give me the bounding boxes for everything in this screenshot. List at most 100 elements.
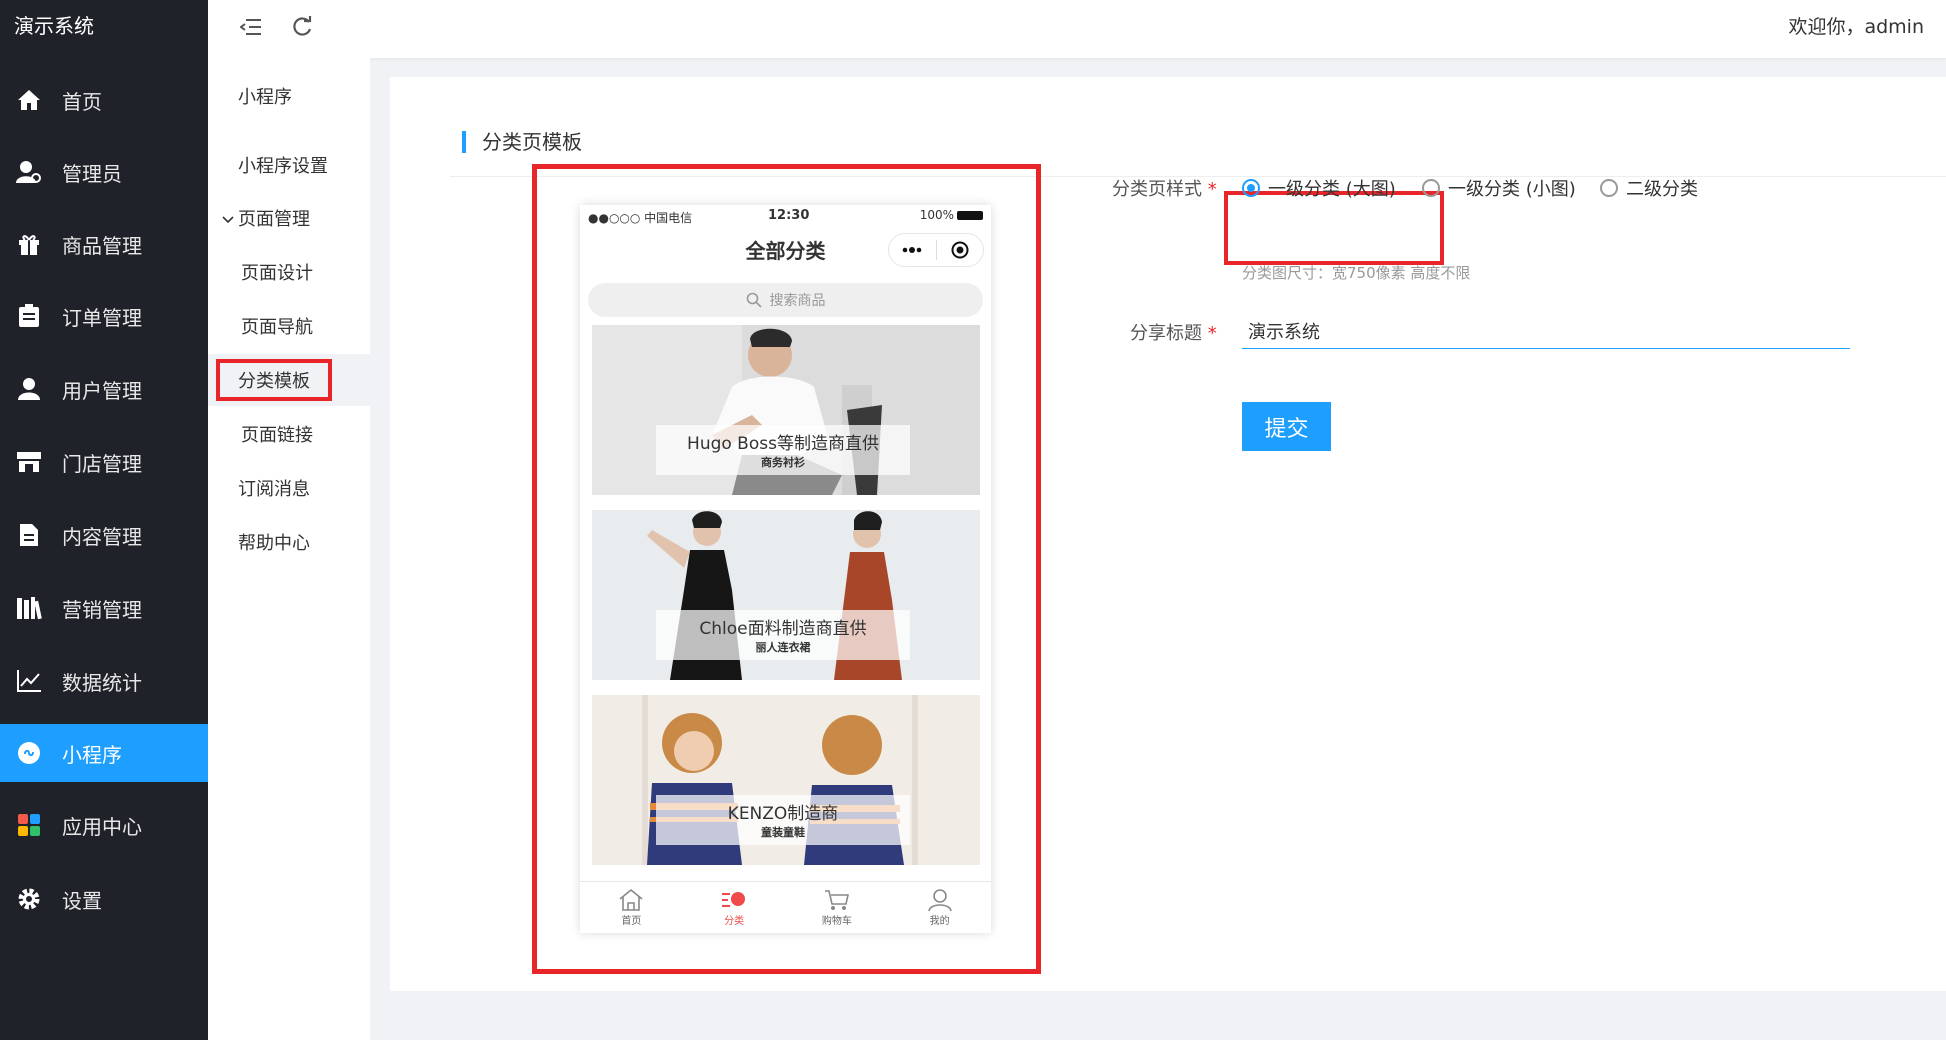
more-dots-icon	[889, 234, 936, 266]
sidebar-item-label: 应用中心	[62, 814, 142, 839]
banner-subtitle: 童装童鞋	[761, 826, 805, 839]
collapse-menu-icon[interactable]	[236, 12, 266, 42]
share-title-input[interactable]	[1242, 313, 1850, 349]
gear-icon	[14, 884, 44, 914]
sidebar-item-miniprogram[interactable]: 小程序	[0, 724, 208, 782]
sidebar-item-label: 设置	[62, 888, 102, 913]
main-sidebar: 演示系统 首页 管理员 商品管理 订单管理 用户管理 门店管理 内容管理 营销管…	[0, 0, 208, 1040]
brand-title: 演示系统	[14, 14, 94, 38]
subnav-item-page-management[interactable]: 页面管理	[208, 192, 370, 244]
sidebar-item-users[interactable]: 用户管理	[0, 360, 208, 418]
phone-tab-bar: 首页 分类 购物车 我的	[580, 881, 991, 933]
books-icon	[14, 593, 44, 623]
sidebar-item-orders[interactable]: 订单管理	[0, 287, 208, 345]
welcome-text: 欢迎你，admin	[1788, 16, 1924, 38]
subnav-item-label: 页面管理	[238, 209, 310, 230]
sidebar-item-label: 内容管理	[62, 524, 142, 549]
radio-label: 二级分类	[1626, 179, 1698, 200]
phone-tab-home: 首页	[580, 882, 683, 933]
sidebar-item-label: 管理员	[62, 161, 122, 186]
banner-caption: Hugo Boss等制造商直供 商务衬衫	[656, 425, 910, 475]
sidebar-item-label: 首页	[62, 89, 102, 114]
battery-text: 100%	[919, 208, 954, 222]
radio-icon	[1422, 179, 1440, 197]
sidebar-item-label: 订单管理	[62, 305, 142, 330]
banner-subtitle: 商务衬衫	[761, 456, 805, 469]
subnav-item-category-template[interactable]: 分类模板	[208, 354, 370, 406]
radio-label: 一级分类 (大图)	[1268, 179, 1396, 200]
main-card: 分类页模板 ●●○○○ 中国电信 12:30 100% 全部分类 搜索商品 Hu…	[390, 77, 1946, 991]
sidebar-item-label: 小程序	[62, 742, 122, 767]
battery-icon	[957, 210, 983, 220]
sidebar-item-admin[interactable]: 管理员	[0, 143, 208, 201]
subnav-item-help-center[interactable]: 帮助中心	[208, 516, 370, 568]
sidebar-item-label: 营销管理	[62, 597, 142, 622]
sidebar-item-label: 数据统计	[62, 670, 142, 695]
secondary-sidebar: 小程序 小程序设置 页面管理 页面设计 页面导航 分类模板 页面链接 订阅消息 …	[208, 58, 370, 1040]
radio-icon	[1242, 179, 1260, 197]
sidebar-item-label: 商品管理	[62, 233, 142, 258]
sidebar-item-apps[interactable]: 应用中心	[0, 796, 208, 854]
style-field-label: 分类页样式 *	[1112, 175, 1217, 201]
category-icon	[722, 892, 746, 907]
share-title-label-text: 分享标题	[1130, 323, 1202, 344]
chart-line-icon	[14, 666, 44, 696]
sidebar-item-label: 用户管理	[62, 378, 142, 403]
banner-caption: KENZO制造商 童装童鞋	[656, 795, 910, 845]
required-mark: *	[1207, 323, 1217, 344]
subnav-item-page-design[interactable]: 页面设计	[208, 246, 370, 298]
home-icon	[619, 888, 643, 911]
style-option-two-level[interactable]: 二级分类	[1600, 175, 1698, 201]
image-size-hint: 分类图尺寸：宽750像素 高度不限	[1242, 264, 1471, 282]
subnav-item-subscription-messages[interactable]: 订阅消息	[208, 462, 370, 514]
banner-subtitle: 丽人连衣裙	[755, 641, 811, 654]
document-icon	[14, 520, 44, 550]
subnav-heading: 小程序	[238, 87, 292, 108]
sidebar-item-home[interactable]: 首页	[0, 71, 208, 129]
gift-icon	[14, 229, 44, 259]
sidebar-item-marketing[interactable]: 营销管理	[0, 579, 208, 637]
radio-icon	[1600, 179, 1618, 197]
section-title: 分类页模板	[462, 131, 582, 153]
subnav-item-label: 分类模板	[216, 359, 332, 401]
store-icon	[14, 447, 44, 477]
tab-label: 分类	[724, 916, 745, 927]
radio-label: 一级分类 (小图)	[1448, 179, 1576, 200]
sidebar-item-content[interactable]: 内容管理	[0, 506, 208, 564]
sidebar-item-settings[interactable]: 设置	[0, 870, 208, 928]
style-option-large-image[interactable]: 一级分类 (大图)	[1242, 175, 1396, 201]
banner-title: KENZO制造商	[727, 804, 839, 824]
sidebar-item-stores[interactable]: 门店管理	[0, 433, 208, 491]
phone-preview: ●●○○○ 中国电信 12:30 100% 全部分类 搜索商品 Hugo Bos…	[580, 205, 991, 933]
subnav-item-miniprogram-settings[interactable]: 小程序设置	[208, 139, 370, 191]
close-target-icon	[937, 234, 984, 266]
sidebar-item-label: 门店管理	[62, 451, 142, 476]
style-option-small-image[interactable]: 一级分类 (小图)	[1422, 175, 1576, 201]
share-title-label: 分享标题 *	[1130, 319, 1217, 345]
category-banner: KENZO制造商 童装童鞋	[592, 695, 980, 865]
phone-status-bar: ●●○○○ 中国电信 12:30 100%	[580, 205, 991, 227]
sidebar-item-stats[interactable]: 数据统计	[0, 652, 208, 710]
home-icon	[14, 85, 44, 115]
category-banner: Hugo Boss等制造商直供 商务衬衫	[592, 325, 980, 495]
battery-indicator: 100%	[920, 208, 983, 222]
chevron-down-icon	[222, 208, 234, 229]
user-icon	[14, 374, 44, 404]
cart-icon	[824, 890, 849, 910]
phone-tab-category: 分类	[683, 882, 786, 933]
required-mark: *	[1207, 179, 1217, 200]
miniprogram-capsule	[888, 233, 984, 267]
phone-tab-mine: 我的	[888, 882, 991, 933]
subnav-item-page-links[interactable]: 页面链接	[208, 408, 370, 460]
admin-user-icon	[14, 157, 44, 187]
banner-title: Chloe面料制造商直供	[699, 619, 867, 639]
banner-caption: Chloe面料制造商直供 丽人连衣裙	[656, 610, 910, 660]
miniprogram-icon	[14, 738, 44, 768]
sidebar-item-goods[interactable]: 商品管理	[0, 215, 208, 273]
tab-label: 首页	[621, 916, 642, 927]
search-placeholder: 搜索商品	[769, 293, 826, 309]
apps-icon	[14, 810, 44, 840]
refresh-icon[interactable]	[287, 12, 317, 42]
subnav-item-page-navigation[interactable]: 页面导航	[208, 300, 370, 352]
submit-button[interactable]: 提交	[1242, 402, 1331, 451]
